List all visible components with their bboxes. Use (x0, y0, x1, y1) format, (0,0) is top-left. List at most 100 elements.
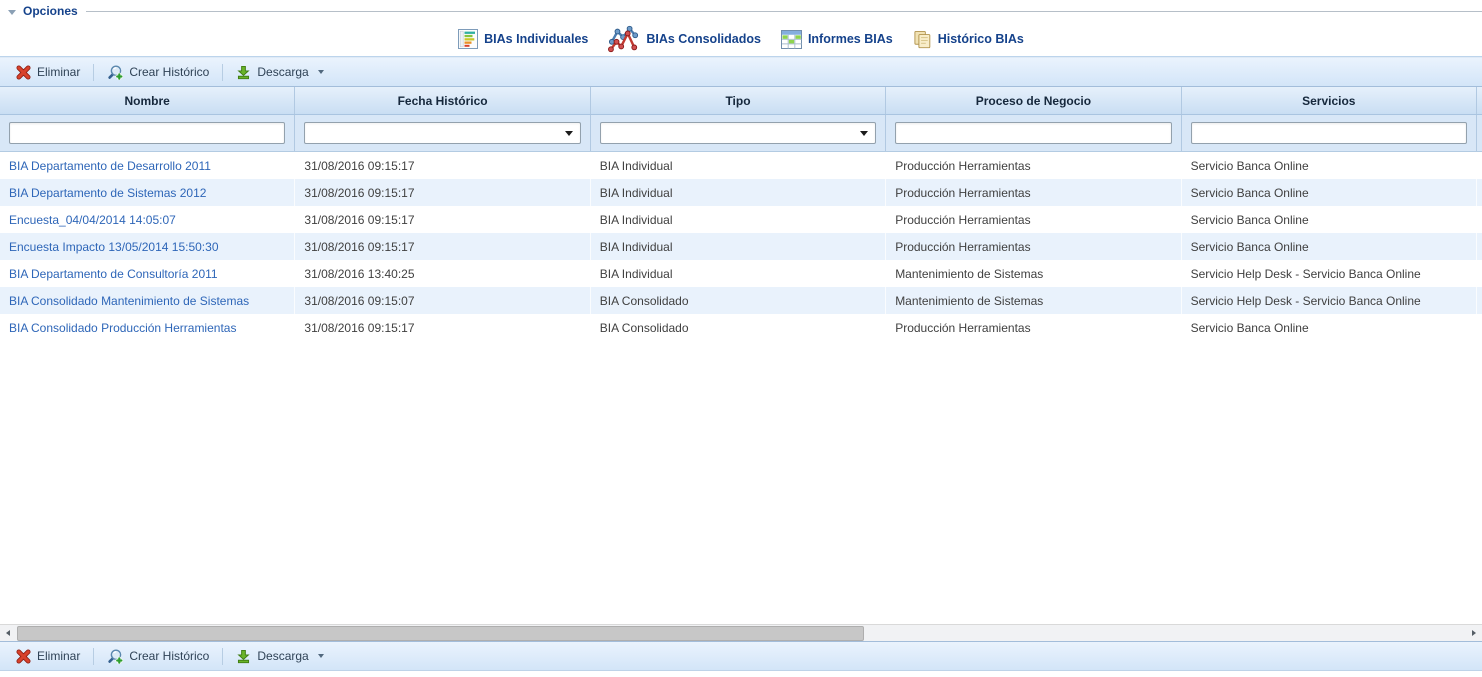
download-icon (236, 649, 251, 664)
column-header-proceso-de-negocio[interactable]: Proceso de Negocio (886, 87, 1181, 114)
delete-icon (16, 65, 31, 80)
top-toolbar: Eliminar Crear Histórico (0, 57, 1482, 87)
tipo-cell: BIA Individual (591, 206, 886, 233)
nombre-filter-input[interactable] (9, 122, 285, 144)
filter-cell (1182, 115, 1477, 151)
table-row[interactable]: BIA Departamento de Sistemas 2012 31/08/… (0, 179, 1482, 206)
filter-cell (295, 115, 590, 151)
toolbar-separator (222, 64, 223, 81)
fecha-cell: 31/08/2016 09:15:17 (295, 179, 590, 206)
bar-report-icon (458, 29, 478, 49)
column-sliver (1477, 87, 1482, 114)
fecha-historico-filter-select[interactable] (304, 122, 580, 144)
crear-historico-button-bottom[interactable]: Crear Histórico (98, 645, 218, 667)
grid-filter-row (0, 115, 1482, 152)
grid-header: Nombre Fecha Histórico Tipo Proceso de N… (0, 87, 1482, 115)
nombre-link[interactable]: Encuesta Impacto 13/05/2014 15:50:30 (0, 233, 295, 260)
chevron-down-icon (318, 70, 324, 74)
fecha-cell: 31/08/2016 09:15:17 (295, 233, 590, 260)
table-row[interactable]: BIA Departamento de Consultoría 2011 31/… (0, 260, 1482, 287)
copy-pages-icon (913, 30, 932, 49)
column-header-tipo[interactable]: Tipo (591, 87, 886, 114)
nombre-link[interactable]: BIA Departamento de Sistemas 2012 (0, 179, 295, 206)
eliminar-button[interactable]: Eliminar (7, 62, 89, 83)
spreadsheet-icon (781, 30, 802, 49)
column-sliver (1477, 115, 1482, 151)
fecha-cell: 31/08/2016 09:15:17 (295, 314, 590, 341)
column-sliver (1477, 287, 1482, 314)
line-chart-icon (608, 25, 640, 53)
proceso-cell: Producción Herramientas (886, 206, 1181, 233)
scroll-right-icon (1472, 630, 1476, 636)
toolbar-separator (222, 648, 223, 665)
chevron-down-icon (318, 654, 324, 658)
servicios-cell: Servicio Banca Online (1182, 314, 1477, 341)
column-header-nombre[interactable]: Nombre (0, 87, 295, 114)
servicios-cell: Servicio Banca Online (1182, 152, 1477, 179)
nav-item-bias-individuales[interactable]: BIAs Individuales (458, 29, 588, 49)
nombre-link[interactable]: BIA Departamento de Desarrollo 2011 (0, 152, 295, 179)
column-sliver (1477, 314, 1482, 341)
scroll-right-button[interactable] (1466, 625, 1482, 641)
table-row[interactable]: BIA Departamento de Desarrollo 2011 31/0… (0, 152, 1482, 179)
crear-historico-label: Crear Histórico (129, 649, 209, 663)
magnifier-plus-icon (107, 648, 123, 664)
servicios-filter-input[interactable] (1191, 122, 1467, 144)
scroll-left-button[interactable] (0, 625, 16, 641)
proceso-de-negocio-filter-input[interactable] (895, 122, 1171, 144)
table-row[interactable]: Encuesta Impacto 13/05/2014 15:50:30 31/… (0, 233, 1482, 260)
tipo-cell: BIA Consolidado (591, 314, 886, 341)
filter-cell (0, 115, 295, 151)
collapse-toggle-icon[interactable] (8, 10, 16, 15)
descarga-label: Descarga (257, 65, 308, 79)
column-header-servicios[interactable]: Servicios (1182, 87, 1477, 114)
legend-divider (86, 11, 1482, 12)
nombre-link[interactable]: Encuesta_04/04/2014 14:05:07 (0, 206, 295, 233)
column-sliver (1477, 260, 1482, 287)
nav-item-historico-bias[interactable]: Histórico BIAs (913, 30, 1024, 49)
nombre-link[interactable]: BIA Departamento de Consultoría 2011 (0, 260, 295, 287)
tipo-cell: BIA Individual (591, 260, 886, 287)
magnifier-plus-icon (107, 64, 123, 80)
nombre-link[interactable]: BIA Consolidado Mantenimiento de Sistema… (0, 287, 295, 314)
proceso-cell: Mantenimiento de Sistemas (886, 260, 1181, 287)
servicios-cell: Servicio Help Desk - Servicio Banca Onli… (1182, 260, 1477, 287)
fecha-cell: 31/08/2016 13:40:25 (295, 260, 590, 287)
fecha-cell: 31/08/2016 09:15:07 (295, 287, 590, 314)
grid-body: BIA Departamento de Desarrollo 2011 31/0… (0, 152, 1482, 624)
proceso-cell: Mantenimiento de Sistemas (886, 287, 1181, 314)
proceso-cell: Producción Herramientas (886, 179, 1181, 206)
eliminar-button-bottom[interactable]: Eliminar (7, 646, 89, 667)
toolbar-separator (93, 64, 94, 81)
historico-bias-panel: Opciones BIAs Individuales (0, 0, 1482, 677)
column-sliver (1477, 206, 1482, 233)
column-header-fecha-historico[interactable]: Fecha Histórico (295, 87, 590, 114)
crear-historico-label: Crear Histórico (129, 65, 209, 79)
descarga-button[interactable]: Descarga (227, 62, 332, 83)
eliminar-label: Eliminar (37, 65, 80, 79)
table-row[interactable]: BIA Consolidado Producción Herramientas … (0, 314, 1482, 341)
table-row[interactable]: BIA Consolidado Mantenimiento de Sistema… (0, 287, 1482, 314)
table-row[interactable]: Encuesta_04/04/2014 14:05:07 31/08/2016 … (0, 206, 1482, 233)
scrollbar-thumb[interactable] (17, 626, 864, 641)
proceso-cell: Producción Herramientas (886, 314, 1181, 341)
opciones-title: Opciones (23, 4, 78, 18)
tipo-cell: BIA Individual (591, 179, 886, 206)
nombre-link[interactable]: BIA Consolidado Producción Herramientas (0, 314, 295, 341)
nav-item-informes-bias[interactable]: Informes BIAs (781, 30, 893, 49)
horizontal-scrollbar[interactable] (0, 624, 1482, 641)
column-sliver (1477, 179, 1482, 206)
servicios-cell: Servicio Banca Online (1182, 179, 1477, 206)
proceso-cell: Producción Herramientas (886, 152, 1181, 179)
bottom-toolbar: Eliminar Crear Histórico (0, 641, 1482, 671)
proceso-cell: Producción Herramientas (886, 233, 1181, 260)
crear-historico-button[interactable]: Crear Histórico (98, 61, 218, 83)
nav-item-bias-consolidados[interactable]: BIAs Consolidados (608, 25, 761, 53)
fecha-cell: 31/08/2016 09:15:17 (295, 206, 590, 233)
tipo-filter-select[interactable] (600, 122, 876, 144)
nav-label: BIAs Consolidados (646, 32, 761, 46)
eliminar-label: Eliminar (37, 649, 80, 663)
delete-icon (16, 649, 31, 664)
filter-cell (886, 115, 1181, 151)
descarga-button-bottom[interactable]: Descarga (227, 646, 332, 667)
